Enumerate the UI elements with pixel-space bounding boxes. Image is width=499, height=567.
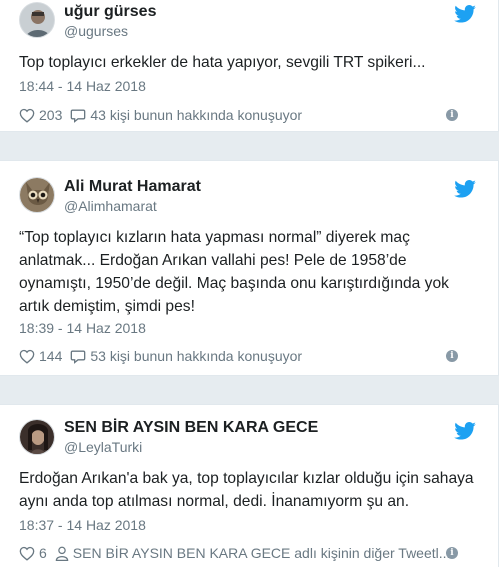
- tweet-text: Erdoğan Arıkan'a bak ya, top toplayıcıla…: [19, 470, 474, 510]
- author-name[interactable]: SEN BİR AYSIN BEN KARA GECE: [64, 419, 318, 437]
- conversation-link[interactable]: 53 kişi bunun hakkında konuşuyor: [70, 348, 302, 364]
- avatar[interactable]: [19, 2, 55, 38]
- like-count: 203: [39, 107, 63, 123]
- author-name[interactable]: uğur gürses: [64, 3, 156, 21]
- tweet-text: Top toplayıcı erkekler de hata yapıyor, …: [19, 54, 426, 71]
- more-tweets-text: SEN BİR AYSIN BEN KARA GECE adlı kişinin…: [72, 545, 451, 561]
- author-handle[interactable]: @Alimhamarat: [64, 198, 157, 214]
- conversation-link[interactable]: 43 kişi bunun hakkında konuşuyor: [70, 107, 302, 123]
- info-icon[interactable]: i: [446, 350, 458, 362]
- portrait-avatar-icon: [20, 420, 54, 454]
- heart-icon: [19, 108, 35, 123]
- tweet-card: Ali Murat Hamarat @Alimhamarat “Top topl…: [0, 160, 499, 376]
- owl-avatar-icon: [20, 178, 54, 212]
- tweet-timestamp[interactable]: 18:39 - 14 Haz 2018: [19, 320, 146, 336]
- tweet-actions: 144 53 kişi bunun hakkında konuşuyor i: [19, 346, 478, 366]
- more-tweets-link[interactable]: SEN BİR AYSIN BEN KARA GECE adlı kişinin…: [55, 545, 451, 561]
- like-button[interactable]: 144: [19, 348, 62, 364]
- author-name[interactable]: Ali Murat Hamarat: [64, 178, 201, 196]
- twitter-bird-icon[interactable]: [454, 5, 476, 23]
- like-button[interactable]: 203: [19, 107, 62, 123]
- tweet-actions: 203 43 kişi bunun hakkında konuşuyor i: [19, 105, 478, 125]
- conversation-text: 53 kişi bunun hakkında konuşuyor: [90, 348, 303, 364]
- tweet-timestamp[interactable]: 18:37 - 14 Haz 2018: [19, 517, 146, 533]
- tweet-card: uğur gürses @ugurses Top toplayıcı erkek…: [0, 0, 499, 132]
- tweet-text: “Top toplayıcı kızların hata yapması nor…: [19, 229, 449, 315]
- author-handle[interactable]: @LeylaTurki: [64, 439, 142, 455]
- like-count: 6: [39, 545, 47, 561]
- like-button[interactable]: 6: [19, 545, 47, 561]
- info-icon[interactable]: i: [446, 109, 458, 121]
- comment-icon: [71, 350, 86, 364]
- author-handle[interactable]: @ugurses: [64, 23, 128, 39]
- avatar[interactable]: [19, 177, 55, 213]
- info-icon[interactable]: i: [446, 547, 458, 559]
- heart-icon: [19, 546, 35, 561]
- tweet-timestamp[interactable]: 18:44 - 14 Haz 2018: [19, 78, 146, 94]
- heart-icon: [19, 349, 35, 364]
- twitter-bird-icon[interactable]: [454, 180, 476, 198]
- avatar[interactable]: [19, 419, 55, 455]
- person-avatar-icon: [20, 3, 54, 37]
- tweet-actions: 6 SEN BİR AYSIN BEN KARA GECE adlı kişin…: [19, 543, 478, 563]
- twitter-bird-icon[interactable]: [454, 422, 476, 440]
- comment-icon: [71, 109, 86, 123]
- conversation-text: 43 kişi bunun hakkında konuşuyor: [90, 107, 303, 123]
- person-icon: [55, 546, 69, 561]
- like-count: 144: [39, 348, 63, 364]
- tweet-card: SEN BİR AYSIN BEN KARA GECE @LeylaTurki …: [0, 404, 499, 567]
